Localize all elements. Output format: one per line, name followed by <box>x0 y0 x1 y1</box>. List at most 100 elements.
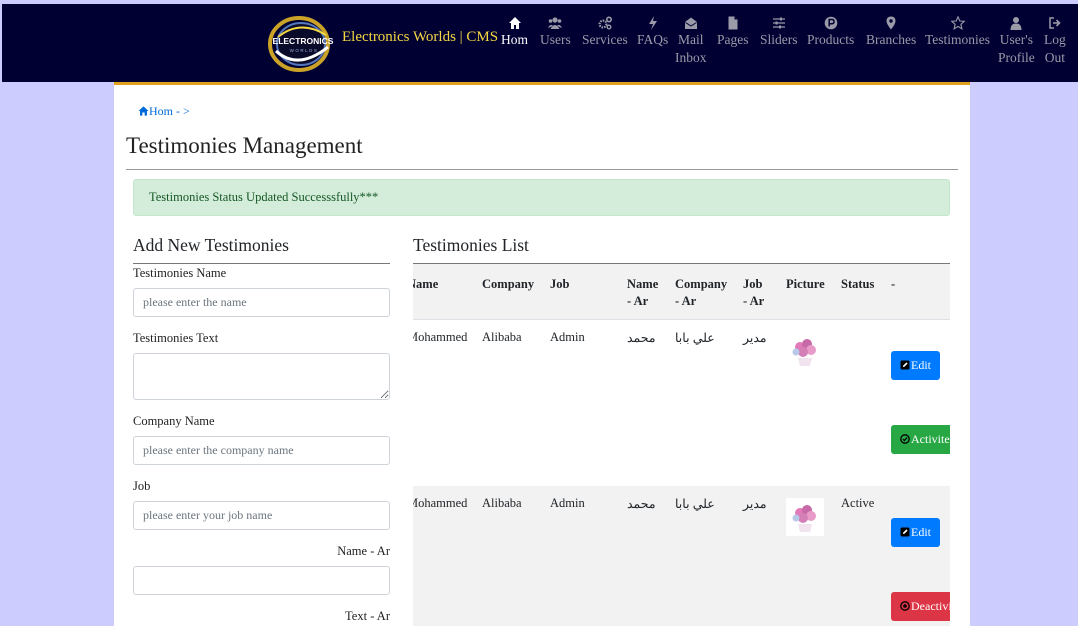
form-divider <box>133 263 390 264</box>
nav-label-faqs: FAQs <box>637 32 669 47</box>
company-logo[interactable]: ELECTRONICS WORLDS <box>268 15 334 73</box>
check-circle-icon <box>900 432 911 446</box>
top-navbar: ELECTRONICS WORLDS Electronics Worlds | … <box>2 4 1078 82</box>
activate-button[interactable]: Activite <box>891 425 950 454</box>
users-icon <box>548 16 563 30</box>
edit-button-label: Edit <box>911 358 931 372</box>
cell-name-ar: محمد <box>627 497 656 511</box>
nav-item-home[interactable]: Hom <box>501 14 528 49</box>
map-marker-icon <box>884 16 898 30</box>
nav-item-branches[interactable]: Branches <box>866 14 916 49</box>
nav-item-testimonies[interactable]: Testimonies <box>925 14 990 49</box>
nav-item-services[interactable]: Services <box>582 14 628 49</box>
nav-item-sliders[interactable]: Sliders <box>760 14 798 49</box>
cell-company-ar: علي بابا <box>675 497 715 511</box>
logo-subtext: WORLDS <box>290 48 319 53</box>
file-icon <box>726 16 740 30</box>
nav-label-home: Hom <box>501 32 528 47</box>
nav-label-testimonies: Testimonies <box>925 32 991 47</box>
nav-label-sliders: Sliders <box>760 32 798 47</box>
logo-text: ELECTRONICS <box>273 36 334 46</box>
nav-label-products: Products <box>807 32 855 47</box>
cell-company: Alibaba <box>482 496 522 510</box>
content-card: Hom - > Testimonies Management Testimoni… <box>114 85 970 626</box>
cell-company: Alibaba <box>482 330 522 344</box>
nav-item-products[interactable]: Products <box>807 14 854 49</box>
col-picture: Picture <box>786 277 825 291</box>
breadcrumb-home-link[interactable]: Hom <box>149 104 173 118</box>
col-company-ar: Company - Ar <box>675 276 727 310</box>
edit-button-label: Edit <box>911 525 931 539</box>
table-row: Mohammed Alibaba Admin محمد علي بابا مدي… <box>413 320 950 486</box>
nav-item-mail-inbox[interactable]: Mail Inbox <box>675 14 707 67</box>
cell-name: Mohammed <box>413 330 468 344</box>
nav-item-pages[interactable]: Pages <box>717 14 749 49</box>
star-icon <box>950 16 965 30</box>
title-divider <box>126 169 958 170</box>
col-company-ar-line2: - Ar <box>675 294 697 308</box>
nav-item-faqs[interactable]: FAQs <box>637 14 668 49</box>
home-icon <box>508 16 522 30</box>
cell-job: Admin <box>550 496 585 510</box>
testimonies-table[interactable]: Name Company Job Name - Ar Company - Ar Jo… <box>413 264 950 626</box>
add-form-title: Add New Testimonies <box>133 235 289 255</box>
col-job-ar-line1: Job <box>743 277 763 291</box>
cell-name-ar: محمد <box>627 331 656 345</box>
nav-label-services: Services <box>582 32 628 47</box>
name-label: Testimonies Name <box>133 266 227 280</box>
success-alert: Testimonies Status Updated Successsfully… <box>133 179 950 216</box>
testimony-picture <box>786 332 824 370</box>
col-job: Job <box>550 277 570 291</box>
cell-name: Mohammed <box>413 496 468 510</box>
nav-label-profile-line2: Profile <box>998 50 1035 65</box>
name-ar-label: Name - Ar <box>337 544 390 558</box>
nav-label-users: Users <box>540 32 571 47</box>
job-label: Job <box>133 479 151 493</box>
col-name-ar: Name - Ar <box>627 276 658 310</box>
breadcrumb[interactable]: Hom - > <box>138 104 190 119</box>
deactivate-button[interactable]: Deactivite <box>891 592 950 621</box>
user-icon <box>1009 16 1023 30</box>
bolt-icon <box>646 16 660 30</box>
name-ar-input[interactable] <box>133 566 390 595</box>
sliders-icon <box>772 16 786 30</box>
list-title: Testimonies List <box>413 235 529 255</box>
cogs-icon <box>598 16 612 30</box>
col-name: Name <box>413 277 439 291</box>
nav-label-users-line1: User's <box>999 32 1033 47</box>
nav-label-inbox: Inbox <box>675 50 707 65</box>
col-name-ar-line1: Name <box>627 277 659 291</box>
edit-button[interactable]: Edit <box>891 518 940 547</box>
edit-button[interactable]: Edit <box>891 351 940 380</box>
product-hunt-icon <box>824 16 838 30</box>
cell-job-ar: مدير <box>743 497 767 511</box>
text-label: Testimonies Text <box>133 331 219 345</box>
activate-button-label: Activite <box>911 432 950 446</box>
testimony-picture <box>786 498 824 536</box>
nav-label-log: Log <box>1044 32 1066 47</box>
col-company: Company <box>482 277 535 291</box>
envelope-open-icon <box>684 16 698 30</box>
brand-title[interactable]: Electronics Worlds | CMS <box>342 29 498 46</box>
times-circle-icon <box>900 599 911 613</box>
company-input[interactable] <box>133 436 390 465</box>
breadcrumb-home-icon <box>138 104 149 118</box>
cell-job: Admin <box>550 330 585 344</box>
col-job-ar-line2: - Ar <box>743 294 765 308</box>
col-name-ar-line2: - Ar <box>627 294 649 308</box>
cell-status: Active <box>841 496 875 510</box>
nav-item-user-profile[interactable]: User's Profile <box>998 14 1035 67</box>
name-input[interactable] <box>133 288 390 317</box>
nav-item-users[interactable]: Users <box>540 14 571 49</box>
job-input[interactable] <box>133 501 390 530</box>
company-label: Company Name <box>133 414 215 428</box>
nav-label-mail: Mail <box>678 32 704 47</box>
nav-label-pages: Pages <box>717 32 749 47</box>
text-textarea[interactable] <box>133 353 390 400</box>
cell-company-ar: علي بابا <box>675 331 715 345</box>
col-company-ar-line1: Company <box>675 277 728 291</box>
col-actions: - <box>891 277 896 291</box>
nav-label-branches: Branches <box>866 32 917 47</box>
nav-item-log-out[interactable]: Log Out <box>1044 14 1066 67</box>
table-row: Mohammed Alibaba Admin محمد علي بابا مدي… <box>413 486 950 626</box>
